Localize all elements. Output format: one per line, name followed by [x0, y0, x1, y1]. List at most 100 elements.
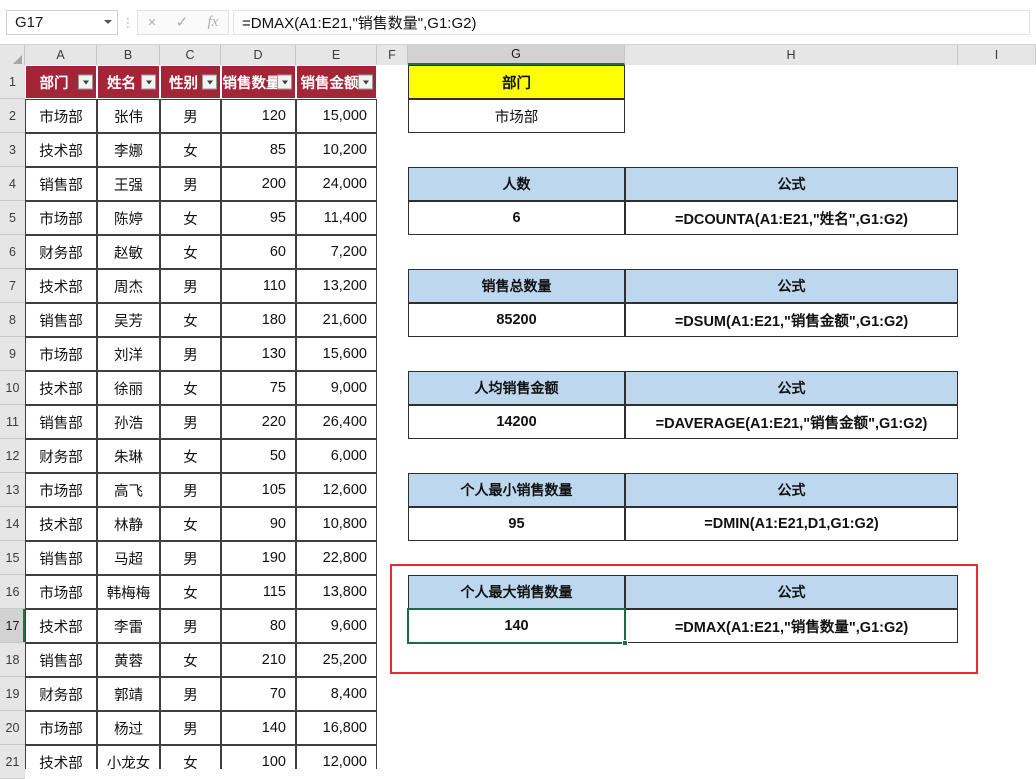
table-cell[interactable]: 90: [221, 507, 296, 541]
column-header-c[interactable]: C: [160, 45, 221, 65]
fill-handle[interactable]: [622, 640, 628, 646]
formula-block-formula-text[interactable]: =DCOUNTA(A1:E21,"姓名",G1:G2): [625, 201, 958, 235]
formula-block-value[interactable]: 95: [408, 507, 625, 541]
criteria-header-cell[interactable]: 部门: [408, 65, 625, 99]
insert-function-icon[interactable]: fx: [208, 14, 219, 30]
formula-block-formula-header[interactable]: 公式: [625, 575, 958, 609]
table-cell[interactable]: 林静: [97, 507, 160, 541]
formula-block-formula-header[interactable]: 公式: [625, 167, 958, 201]
table-cell[interactable]: 180: [221, 303, 296, 337]
table-cell[interactable]: 张伟: [97, 99, 160, 133]
table-cell[interactable]: 男: [160, 677, 221, 711]
table-cell[interactable]: 市场部: [25, 201, 97, 235]
row-header-7[interactable]: 7: [0, 269, 25, 303]
table-cell[interactable]: 70: [221, 677, 296, 711]
table-cell[interactable]: 24,000: [296, 167, 377, 201]
table-cell[interactable]: 销售部: [25, 303, 97, 337]
formula-block-formula-header[interactable]: 公式: [625, 371, 958, 405]
formula-block-formula-header[interactable]: 公式: [625, 473, 958, 507]
table-cell[interactable]: 25,200: [296, 643, 377, 677]
table-cell[interactable]: 95: [221, 201, 296, 235]
cancel-icon[interactable]: ×: [148, 15, 157, 30]
formula-block-formula-text[interactable]: =DMAX(A1:E21,"销售数量",G1:G2): [625, 609, 958, 643]
table-cell[interactable]: 市场部: [25, 99, 97, 133]
formula-block-label-header[interactable]: 个人最小销售数量: [408, 473, 625, 507]
filter-dropdown-icon[interactable]: [202, 74, 217, 90]
row-header-5[interactable]: 5: [0, 201, 25, 235]
table-cell[interactable]: 销售部: [25, 405, 97, 439]
table-cell[interactable]: 220: [221, 405, 296, 439]
table-cell[interactable]: 12,600: [296, 473, 377, 507]
formula-block-formula-text[interactable]: =DAVERAGE(A1:E21,"销售金额",G1:G2): [625, 405, 958, 439]
table-cell[interactable]: 高飞: [97, 473, 160, 507]
table-cell[interactable]: 105: [221, 473, 296, 507]
formula-block-value[interactable]: 85200: [408, 303, 625, 337]
table-cell[interactable]: 男: [160, 167, 221, 201]
row-header-20[interactable]: 20: [0, 711, 25, 745]
table-cell[interactable]: 15,000: [296, 99, 377, 133]
table-cell[interactable]: 男: [160, 609, 221, 643]
table-header-d[interactable]: 销售数量: [221, 65, 296, 99]
table-cell[interactable]: 75: [221, 371, 296, 405]
table-cell[interactable]: 女: [160, 235, 221, 269]
table-cell[interactable]: 技术部: [25, 507, 97, 541]
table-cell[interactable]: 男: [160, 711, 221, 745]
formula-block-value[interactable]: 14200: [408, 405, 625, 439]
formula-block-formula-text[interactable]: =DMIN(A1:E21,D1,G1:G2): [625, 507, 958, 541]
table-cell[interactable]: 9,000: [296, 371, 377, 405]
table-cell[interactable]: 男: [160, 99, 221, 133]
table-cell[interactable]: 徐丽: [97, 371, 160, 405]
table-header-a[interactable]: 部门: [25, 65, 97, 99]
table-cell[interactable]: 马超: [97, 541, 160, 575]
table-cell[interactable]: 9,600: [296, 609, 377, 643]
table-cell[interactable]: 女: [160, 643, 221, 677]
table-cell[interactable]: 女: [160, 575, 221, 609]
formula-block-formula-header[interactable]: 公式: [625, 269, 958, 303]
table-cell[interactable]: 吴芳: [97, 303, 160, 337]
table-cell[interactable]: 男: [160, 541, 221, 575]
filter-dropdown-icon[interactable]: [277, 74, 292, 90]
row-header-16[interactable]: 16: [0, 575, 25, 609]
table-cell[interactable]: 男: [160, 473, 221, 507]
table-cell[interactable]: 80: [221, 609, 296, 643]
table-cell[interactable]: 13,800: [296, 575, 377, 609]
row-header-2[interactable]: 2: [0, 99, 25, 133]
table-cell[interactable]: 朱琳: [97, 439, 160, 473]
row-header-13[interactable]: 13: [0, 473, 25, 507]
table-cell[interactable]: 140: [221, 711, 296, 745]
table-cell[interactable]: 100: [221, 745, 296, 769]
table-cell[interactable]: 120: [221, 99, 296, 133]
table-cell[interactable]: 王强: [97, 167, 160, 201]
row-header-17[interactable]: 17: [0, 609, 25, 643]
table-cell[interactable]: 11,400: [296, 201, 377, 235]
formula-block-value[interactable]: 140: [408, 609, 625, 643]
row-header-14[interactable]: 14: [0, 507, 25, 541]
table-cell[interactable]: 黄蓉: [97, 643, 160, 677]
table-cell[interactable]: 200: [221, 167, 296, 201]
formula-block-label-header[interactable]: 人均销售金额: [408, 371, 625, 405]
table-cell[interactable]: 50: [221, 439, 296, 473]
table-cell[interactable]: 李雷: [97, 609, 160, 643]
row-header-9[interactable]: 9: [0, 337, 25, 371]
table-cell[interactable]: 10,200: [296, 133, 377, 167]
row-header-10[interactable]: 10: [0, 371, 25, 405]
filter-dropdown-icon[interactable]: [358, 74, 373, 90]
row-header-11[interactable]: 11: [0, 405, 25, 439]
table-cell[interactable]: 技术部: [25, 371, 97, 405]
table-cell[interactable]: 15,600: [296, 337, 377, 371]
column-header-g[interactable]: G: [408, 45, 625, 65]
table-cell[interactable]: 12,000: [296, 745, 377, 769]
table-cell[interactable]: 赵敏: [97, 235, 160, 269]
table-cell[interactable]: 市场部: [25, 575, 97, 609]
table-cell[interactable]: 女: [160, 371, 221, 405]
table-cell[interactable]: 26,400: [296, 405, 377, 439]
row-header-18[interactable]: 18: [0, 643, 25, 677]
table-cell[interactable]: 刘洋: [97, 337, 160, 371]
table-cell[interactable]: 115: [221, 575, 296, 609]
table-cell[interactable]: 销售部: [25, 541, 97, 575]
table-cell[interactable]: 22,800: [296, 541, 377, 575]
table-cell[interactable]: 市场部: [25, 473, 97, 507]
table-cell[interactable]: 6,000: [296, 439, 377, 473]
table-cell[interactable]: 杨过: [97, 711, 160, 745]
table-cell[interactable]: 女: [160, 439, 221, 473]
